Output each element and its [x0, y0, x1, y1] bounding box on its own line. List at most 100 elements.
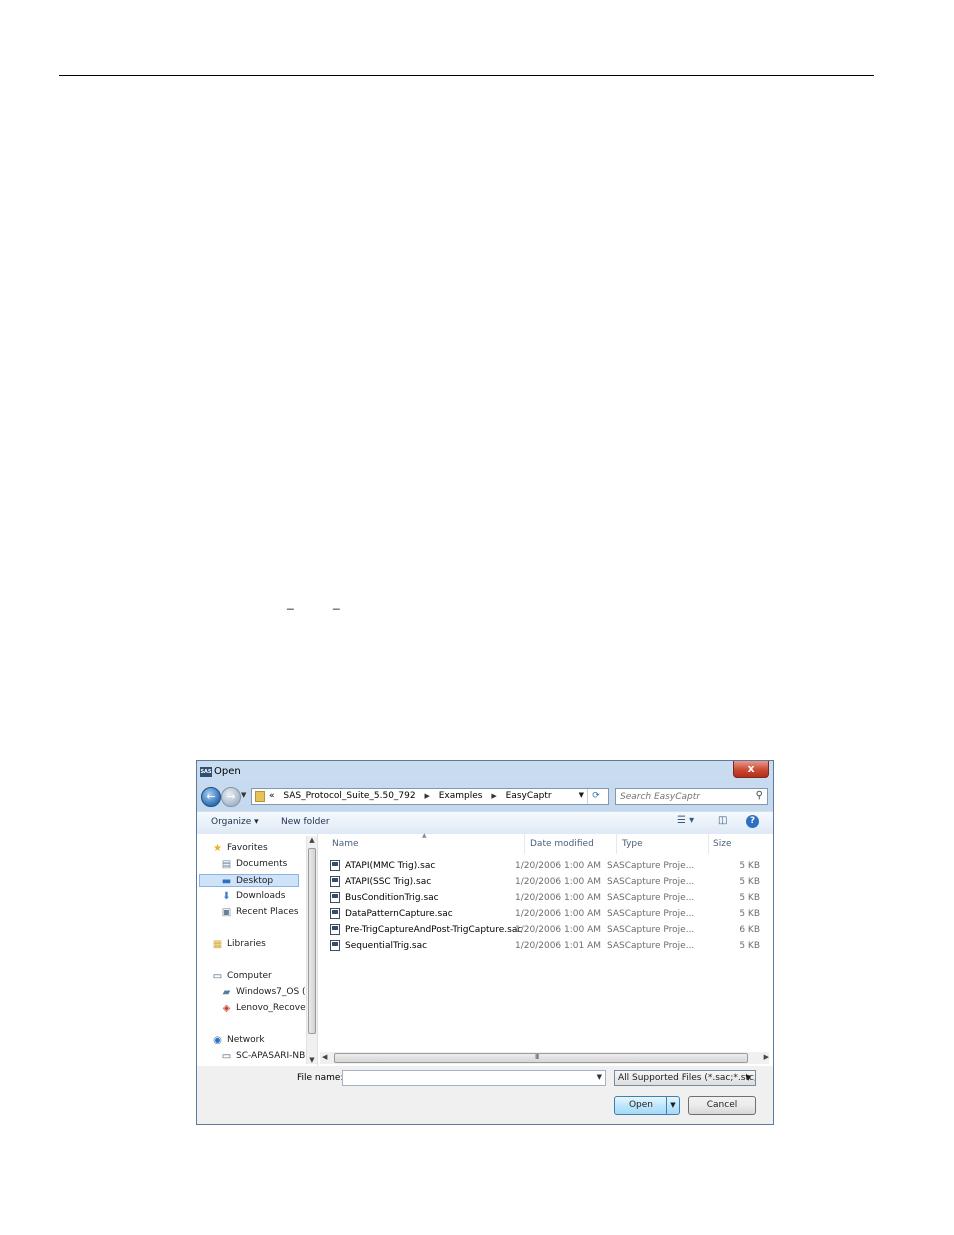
column-divider[interactable]	[616, 834, 617, 854]
network-computer-icon: ▭	[221, 1051, 232, 1062]
file-type: SASCapture Proje...	[607, 893, 695, 903]
scroll-left-icon[interactable]: ◀	[322, 1053, 327, 1061]
nav-item-network-host[interactable]: ▭ SC-APASARI-NB	[221, 1050, 306, 1063]
navigation-bar: ← → ▼ « SAS_Protocol_Suite_5.50_792 ▶ Ex…	[197, 785, 773, 809]
breadcrumb-item[interactable]: EasyCaptr	[506, 791, 552, 801]
sac-file-icon	[330, 860, 340, 871]
nav-label: Network	[227, 1035, 265, 1045]
nav-label: Favorites	[227, 843, 268, 853]
scroll-down-icon[interactable]: ▼	[308, 1056, 316, 1064]
file-list: ▲ Name Date modified Type Size ATAPI(MMC…	[318, 832, 773, 1066]
chevron-down-icon: ▼	[241, 791, 247, 799]
desktop-icon: ▬	[221, 876, 232, 887]
scroll-up-icon[interactable]: ▲	[308, 836, 316, 844]
recent-locations-button[interactable]: ▼	[241, 791, 246, 799]
file-date: 1/20/2006 1:01 AM	[515, 941, 602, 951]
nav-label: Windows7_OS (C	[236, 987, 312, 997]
file-size: 5 KB	[739, 861, 760, 871]
breadcrumb-item[interactable]: SAS_Protocol_Suite_5.50_792	[283, 791, 415, 801]
file-size: 6 KB	[739, 925, 760, 935]
header-rule	[59, 75, 874, 76]
new-folder-button[interactable]: New folder	[281, 817, 330, 827]
nav-item-windows-drive[interactable]: ▰ Windows7_OS (C	[221, 986, 312, 999]
open-button-label: Open	[628, 1100, 654, 1110]
file-row[interactable]: BusConditionTrig.sac 1/20/2006 1:00 AM SAS…	[330, 890, 770, 906]
sac-file-icon	[330, 908, 340, 919]
nav-label: Downloads	[236, 891, 286, 901]
breadcrumb-item[interactable]: Examples	[439, 791, 483, 801]
file-row[interactable]: ATAPI(SSC Trig).sac 1/20/2006 1:00 AM SASC…	[330, 874, 770, 890]
toolbar: Organize ▾ New folder ☰ ▾ ◫ ?	[197, 811, 773, 835]
open-dialog: SAS Open x ← → ▼ « SAS_Protocol_Suite_5.…	[196, 760, 774, 1125]
column-header-type[interactable]: Type	[622, 839, 643, 849]
address-dropdown-icon[interactable]: ▼	[579, 791, 584, 799]
refresh-icon[interactable]: ⟳	[587, 789, 604, 804]
nav-item-libraries[interactable]: ▦ Libraries	[212, 938, 266, 951]
close-button[interactable]: x	[733, 761, 769, 778]
search-input[interactable]	[620, 790, 750, 803]
scroll-right-icon[interactable]: ▶	[764, 1053, 769, 1061]
search-box: ⚲	[615, 788, 768, 805]
file-row[interactable]: Pre-TrigCaptureAndPost-TrigCapture.sac 1/…	[330, 922, 770, 938]
nav-scrollbar[interactable]: ▲ ▼	[306, 836, 317, 1064]
nav-item-computer[interactable]: ▭ Computer	[212, 970, 272, 983]
cancel-button[interactable]: Cancel	[688, 1096, 756, 1115]
nav-item-documents[interactable]: ▤ Documents	[221, 858, 288, 871]
chevron-right-icon[interactable]: ▶	[491, 792, 496, 800]
back-button[interactable]: ←	[201, 787, 221, 807]
nav-scroll-thumb[interactable]	[308, 848, 316, 1034]
view-options-icon[interactable]: ☰ ▾	[677, 815, 694, 826]
file-size: 5 KB	[739, 877, 760, 887]
file-type: SASCapture Proje...	[607, 925, 695, 935]
nav-item-desktop[interactable]: ▬ Desktop	[199, 874, 299, 887]
column-divider[interactable]	[524, 834, 525, 854]
nav-label: Documents	[236, 859, 288, 869]
column-divider[interactable]	[708, 834, 709, 854]
nav-label: SC-APASARI-NB	[236, 1051, 306, 1061]
nav-item-recovery-drive[interactable]: ◈ Lenovo_Recovery	[221, 1002, 315, 1015]
file-type: SASCapture Proje...	[607, 941, 695, 951]
file-type: SASCapture Proje...	[607, 909, 695, 919]
file-date: 1/20/2006 1:00 AM	[515, 893, 602, 903]
search-icon[interactable]: ⚲	[756, 790, 763, 801]
breadcrumb-overflow[interactable]: «	[269, 791, 275, 801]
horizontal-scroll-thumb[interactable]: III	[334, 1053, 748, 1063]
file-name: ATAPI(SSC Trig).sac	[345, 877, 432, 887]
open-button[interactable]: Open ▼	[614, 1096, 680, 1115]
address-bar[interactable]: « SAS_Protocol_Suite_5.50_792 ▶ Examples…	[251, 788, 609, 805]
chevron-down-icon[interactable]: ▼	[597, 1073, 602, 1081]
column-header-name[interactable]: Name	[332, 839, 359, 849]
column-header-date[interactable]: Date modified	[530, 839, 594, 849]
nav-item-network[interactable]: ◉ Network	[212, 1034, 265, 1047]
text-fragment: _	[333, 596, 340, 610]
file-row[interactable]: DataPatternCapture.sac 1/20/2006 1:00 AM S…	[330, 906, 770, 922]
chevron-right-icon[interactable]: ▶	[424, 792, 429, 800]
sac-file-icon	[330, 940, 340, 951]
sort-indicator-icon: ▲	[422, 832, 427, 839]
navigation-pane: ★ Favorites ▤ Documents ▬ Desktop ⬇ Download…	[197, 834, 318, 1066]
back-arrow-icon: ←	[206, 790, 216, 803]
file-name: BusConditionTrig.sac	[345, 893, 439, 903]
organize-button[interactable]: Organize ▾	[211, 817, 259, 827]
file-row[interactable]: ATAPI(MMC Trig).sac 1/20/2006 1:00 AM SASC…	[330, 858, 770, 874]
nav-item-favorites[interactable]: ★ Favorites	[212, 842, 268, 855]
nav-item-recent-places[interactable]: ▣ Recent Places	[221, 906, 299, 919]
file-name-input[interactable]	[343, 1071, 589, 1083]
breadcrumb: « SAS_Protocol_Suite_5.50_792 ▶ Examples…	[269, 791, 558, 801]
nav-item-downloads[interactable]: ⬇ Downloads	[221, 890, 285, 903]
file-row[interactable]: SequentialTrig.sac 1/20/2006 1:01 AM SASCa…	[330, 938, 770, 954]
recovery-drive-icon: ◈	[222, 1003, 231, 1014]
file-type: SASCapture Proje...	[607, 861, 695, 871]
forward-button[interactable]: →	[221, 787, 241, 807]
file-type-filter[interactable]: All Supported Files (*.sac;*.stc;* ▼	[614, 1070, 756, 1086]
nav-label: Desktop	[236, 876, 274, 886]
sac-file-icon	[330, 924, 340, 935]
help-icon[interactable]: ?	[746, 815, 759, 828]
computer-icon: ▭	[212, 971, 223, 982]
network-icon: ◉	[213, 1035, 222, 1046]
file-type-filter-value: All Supported Files (*.sac;*.stc;*	[618, 1073, 756, 1083]
column-header-size[interactable]: Size	[713, 839, 731, 849]
horizontal-scrollbar[interactable]: ◀ III ▶	[320, 1052, 769, 1064]
open-options-icon[interactable]: ▼	[666, 1097, 679, 1114]
preview-pane-icon[interactable]: ◫	[718, 815, 727, 826]
